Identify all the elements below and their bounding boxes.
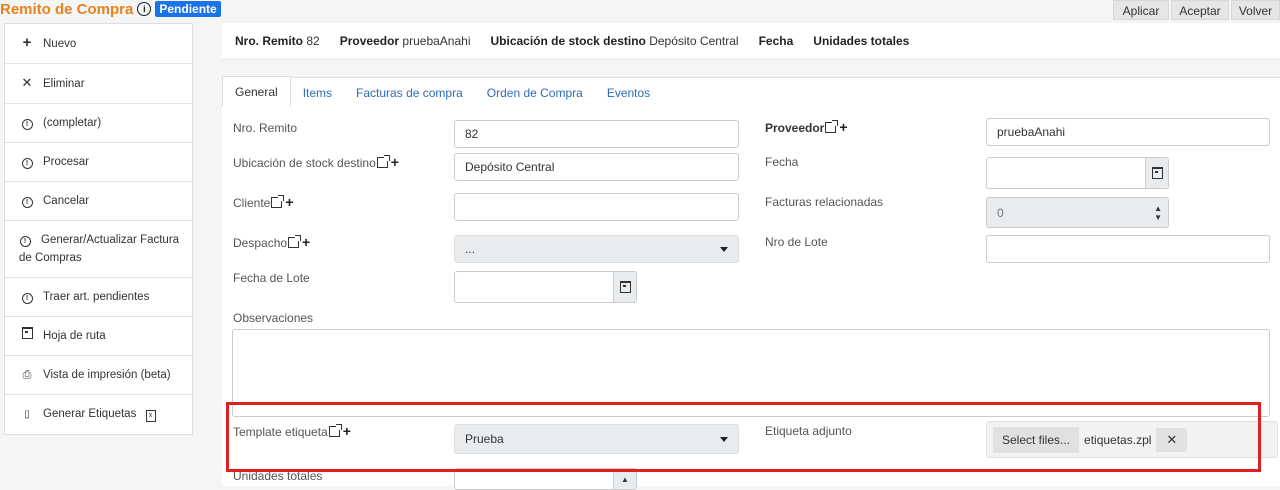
ubicacion-label: Ubicación de stock destino +	[233, 154, 399, 170]
sidebar-item-label: (completar)	[43, 117, 102, 129]
cliente-field[interactable]	[454, 193, 739, 221]
facturas-relacionadas-value: 0	[997, 205, 1004, 220]
despacho-select-value: ...	[465, 242, 476, 256]
observaciones-label: Observaciones	[233, 311, 314, 325]
sidebar-item-procesar[interactable]: ! Procesar	[5, 143, 192, 182]
excel-icon[interactable]: x	[145, 410, 156, 422]
back-button[interactable]: Volver	[1231, 0, 1280, 20]
accept-button[interactable]: Aceptar	[1171, 0, 1229, 20]
summary-remito-value: 82	[306, 34, 320, 48]
print-icon: ⎙	[22, 369, 32, 381]
facturas-relacionadas-label: Facturas relacionadas	[765, 195, 884, 209]
external-link-icon[interactable]	[376, 155, 390, 168]
cliente-label: Cliente +	[233, 194, 294, 210]
pdf-icon: ▯	[24, 409, 30, 420]
sidebar-item-eliminar[interactable]: ✕ Eliminar	[5, 64, 192, 104]
summary-proveedor-label: Proveedor	[339, 34, 400, 48]
external-link-icon[interactable]	[288, 235, 302, 248]
calendar-icon	[619, 281, 631, 293]
summary-proveedor-value: pruebaAnahi	[402, 34, 471, 48]
plus-icon: +	[22, 34, 32, 51]
tab-general[interactable]: General	[222, 76, 291, 107]
fecha-label: Fecha	[765, 155, 799, 169]
proveedor-field[interactable]: pruebaAnahi	[986, 118, 1270, 146]
sidebar-item-label: Generar/Actualizar Factura de Compras	[19, 234, 180, 264]
highlight-box	[226, 402, 1261, 472]
spinner-button[interactable]: ▲	[613, 469, 636, 489]
sidebar-item-label: Procesar	[43, 156, 90, 168]
tab-items[interactable]: Items	[291, 78, 344, 107]
calendar-button[interactable]	[1145, 158, 1168, 188]
facturas-relacionadas-field: 0 ▲ ▼	[986, 197, 1169, 228]
chevron-up-icon: ▲	[621, 474, 629, 484]
sidebar-item-label: Nuevo	[43, 38, 77, 50]
close-icon: ✕	[21, 75, 33, 90]
sidebar-item-vista-impresion[interactable]: ⎙ Vista de impresión (beta)	[5, 356, 192, 395]
sidebar-item-label: Generar Etiquetas	[43, 408, 137, 420]
page-header: Remito de Compra i Pendiente	[0, 0, 221, 18]
despacho-select[interactable]: ...	[454, 235, 739, 263]
sidebar-item-cancelar[interactable]: ! Cancelar	[5, 182, 192, 221]
nro-remito-label: Nro. Remito	[233, 121, 298, 135]
info-circle-icon: !	[21, 293, 33, 304]
fecha-lote-field[interactable]	[454, 271, 637, 303]
spinner-icon[interactable]: ▲ ▼	[1154, 204, 1162, 222]
sidebar-item-generar-etiquetas[interactable]: ▯ Generar Etiquetas x	[5, 395, 192, 434]
proveedor-label: Proveedor +	[765, 119, 848, 135]
nro-remito-field[interactable]: 82	[454, 120, 739, 148]
tab-eventos[interactable]: Eventos	[595, 78, 662, 107]
nro-lote-field[interactable]	[986, 235, 1270, 263]
sidebar-item-generar-factura[interactable]: ! Generar/Actualizar Factura de Compras	[5, 221, 192, 278]
tab-orden-de-compra[interactable]: Orden de Compra	[475, 78, 595, 107]
sidebar-item-label: Hoja de ruta	[43, 330, 106, 342]
summary-ubicacion-value: Depósito Central	[649, 34, 739, 48]
info-circle-icon[interactable]: i	[137, 2, 152, 16]
summary-fecha-label: Fecha	[758, 34, 794, 48]
external-link-icon[interactable]	[825, 120, 839, 133]
calendar-icon	[1151, 167, 1163, 179]
summary-ubicacion-label: Ubicación de stock destino	[490, 34, 646, 48]
tab-facturas-de-compra[interactable]: Facturas de compra	[344, 78, 475, 107]
nro-lote-label: Nro de Lote	[765, 235, 828, 249]
actions-sidebar: + Nuevo ✕ Eliminar ! (completar) ! Procesar …	[4, 23, 193, 435]
sidebar-item-label: Vista de impresión (beta)	[43, 369, 171, 381]
apply-button[interactable]: Aplicar	[1113, 0, 1169, 20]
sidebar-item-completar[interactable]: ! (completar)	[5, 104, 192, 143]
info-circle-icon: !	[21, 119, 33, 130]
info-circle-icon: !	[21, 158, 33, 169]
sidebar-item-label: Eliminar	[43, 78, 85, 90]
calendar-button[interactable]	[613, 272, 636, 302]
sidebar-item-label: Traer art. pendientes	[43, 291, 150, 303]
info-circle-icon: !	[19, 236, 31, 247]
summary-bar: Nro. Remito 82 Proveedor pruebaAnahi Ubi…	[222, 23, 1280, 60]
plus-icon[interactable]: +	[302, 235, 310, 249]
chevron-down-icon	[720, 246, 728, 252]
fecha-field[interactable]	[986, 157, 1169, 189]
plus-icon[interactable]: +	[285, 195, 293, 209]
calendar-icon	[21, 327, 33, 339]
plus-icon[interactable]: +	[391, 155, 399, 169]
plus-icon[interactable]: +	[839, 120, 847, 134]
ubicacion-field[interactable]: Depósito Central	[454, 153, 739, 181]
summary-unidades-label: Unidades totales	[813, 34, 910, 48]
page-title: Remito de Compra	[0, 0, 134, 18]
external-link-icon[interactable]	[271, 195, 285, 208]
fecha-lote-label: Fecha de Lote	[233, 271, 310, 285]
sidebar-item-traer-pendientes[interactable]: ! Traer art. pendientes	[5, 278, 192, 317]
summary-remito-label: Nro. Remito	[235, 34, 304, 48]
info-circle-icon: !	[21, 197, 33, 208]
status-badge: Pendiente	[155, 1, 221, 17]
tab-bar: General Items Facturas de compra Orden d…	[222, 76, 662, 107]
sidebar-item-hoja-de-ruta[interactable]: Hoja de ruta	[5, 317, 192, 356]
despacho-label: Despacho +	[233, 234, 311, 250]
sidebar-item-nuevo[interactable]: + Nuevo	[5, 24, 192, 64]
sidebar-item-label: Cancelar	[43, 195, 90, 207]
